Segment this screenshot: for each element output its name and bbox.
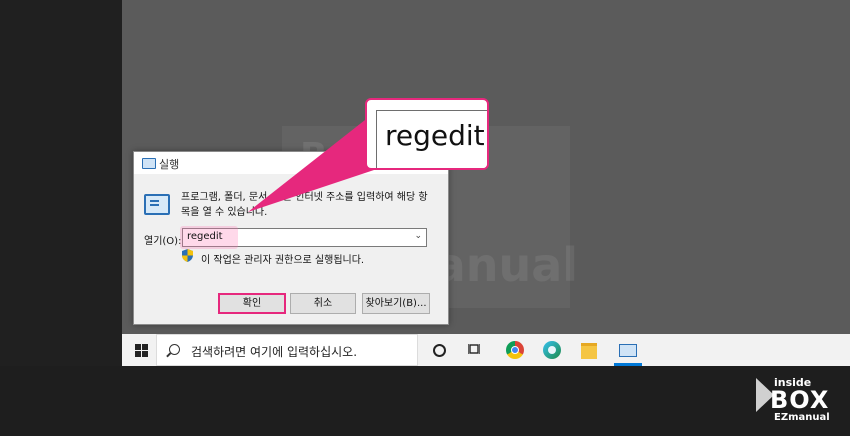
cortana-icon[interactable] [433, 344, 446, 357]
browse-button[interactable]: 찾아보기(B)... [362, 293, 430, 314]
edge-icon[interactable] [543, 341, 561, 359]
run-app-icon [142, 158, 156, 169]
admin-notice: 이 작업은 관리자 권한으로 실행됩니다. [201, 255, 365, 266]
logo-line3: EZmanual [774, 412, 830, 423]
open-input-value[interactable]: regedit [187, 231, 223, 242]
run-program-icon [144, 194, 170, 215]
task-view-icon[interactable] [468, 343, 480, 355]
dialog-title: 실행 [159, 158, 180, 171]
windows-start-icon[interactable] [135, 344, 148, 357]
search-placeholder[interactable]: 검색하려면 여기에 입력하십시오. [191, 343, 357, 360]
cancel-button[interactable]: 취소 [290, 293, 356, 314]
zoom-callout: regedit [365, 98, 489, 170]
file-explorer-icon[interactable] [581, 343, 597, 359]
logo-line2: BOX [770, 386, 830, 414]
open-combobox[interactable]: regedit ⌄ [180, 226, 427, 249]
insidebox-logo: inside BOX EZmanual [752, 372, 842, 428]
chrome-icon[interactable] [506, 341, 524, 359]
taskbar-search-box[interactable]: 검색하려면 여기에 입력하십시오. [156, 334, 418, 366]
chevron-down-icon[interactable]: ⌄ [414, 231, 422, 241]
open-label: 열기(O): [144, 236, 182, 247]
search-icon [169, 344, 180, 355]
callout-text: regedit [385, 119, 485, 152]
dialog-description: 프로그램, 폴더, 문서, 또는 인터넷 주소를 입력하여 해당 항목을 열 수… [181, 192, 428, 218]
active-app-indicator [614, 363, 642, 366]
run-icon[interactable] [619, 344, 637, 357]
bottom-background [0, 366, 850, 436]
ok-button[interactable]: 확인 [218, 293, 286, 314]
admin-shield-icon [182, 249, 193, 262]
taskbar: 검색하려면 여기에 입력하십시오. [122, 334, 850, 366]
run-dialog: 실행 프로그램, 폴더, 문서, 또는 인터넷 주소를 입력하여 해당 항목을 … [133, 151, 449, 325]
